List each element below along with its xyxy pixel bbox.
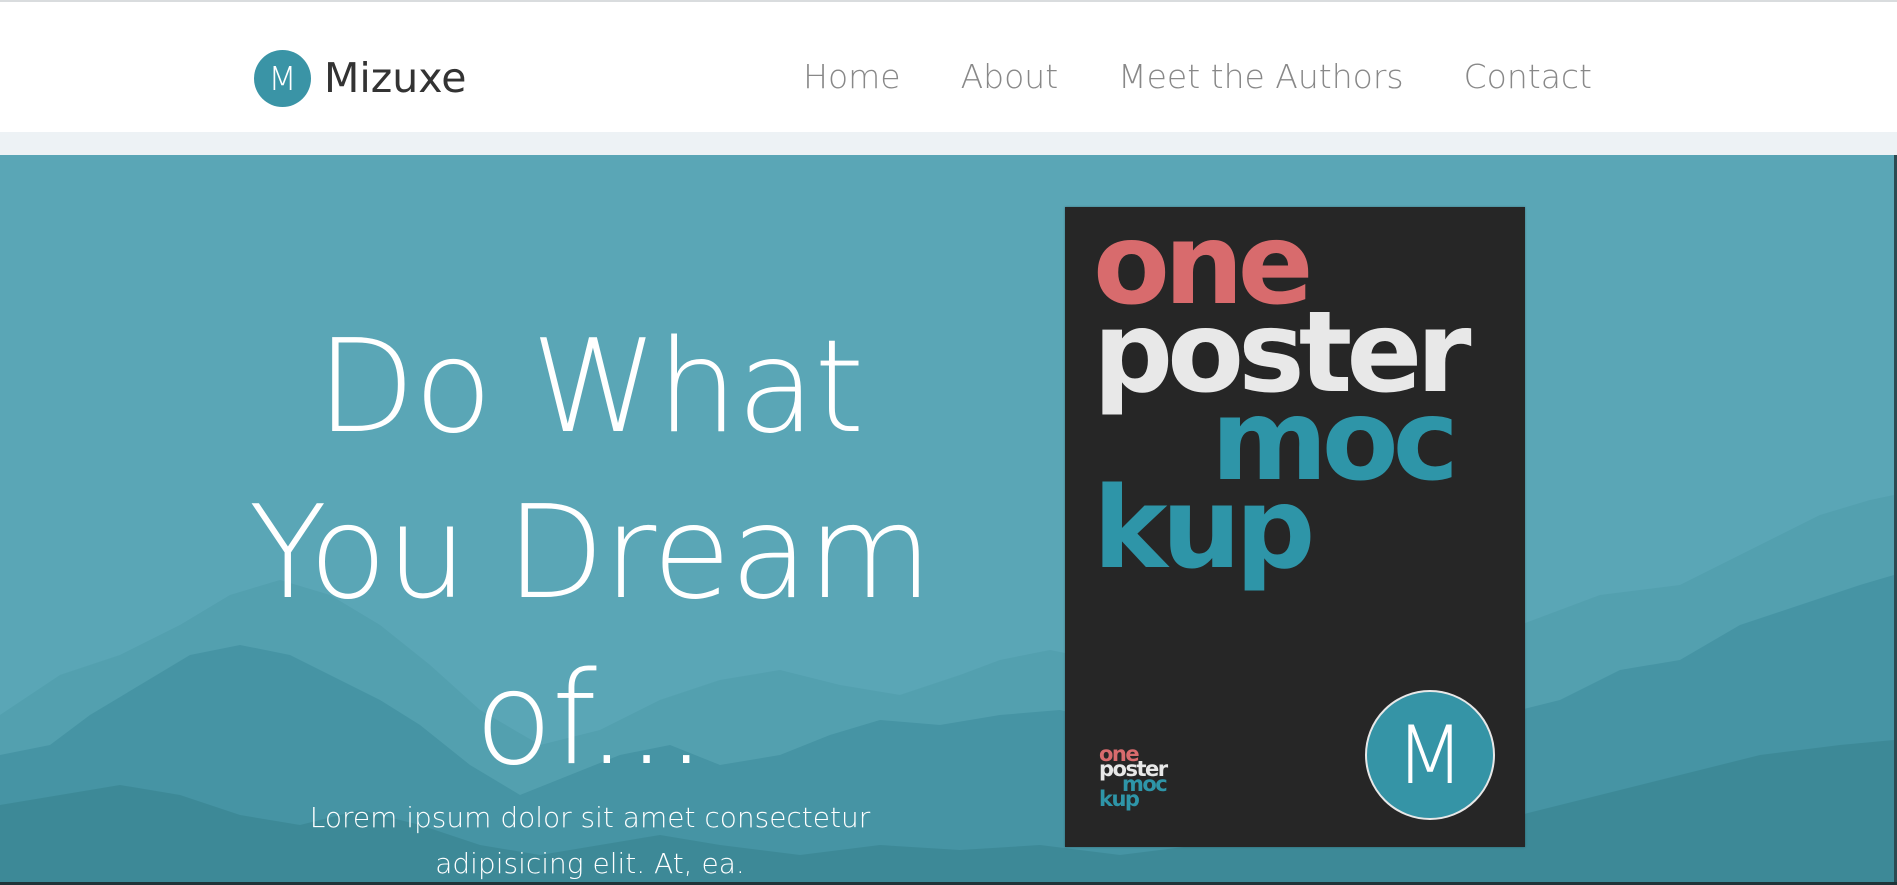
hero-headline-line: Do What [316,313,865,462]
brand-logo-icon: M [254,49,311,107]
nav-link-home[interactable]: Home [803,57,900,96]
navbar: M Mizuxe Home About Meet the Authors Con… [0,2,1897,132]
main-nav: Home About Meet the Authors Contact [803,57,1592,96]
nav-link-about[interactable]: About [961,57,1059,96]
nav-separator-band [0,132,1897,155]
hero-headline: Do What You Dream of... [230,305,950,803]
hero-subtext: Lorem ipsum dolor sit amet consectetur a… [309,801,871,880]
nav-link-meet-the-authors[interactable]: Meet the Authors [1118,57,1403,96]
hero-section: Do What You Dream of... Lorem ipsum dolo… [0,155,1894,885]
nav-link-contact[interactable]: Contact [1464,57,1592,96]
poster-mockup-image: one poster moc kup one poster moc kup M [1065,207,1525,847]
brand[interactable]: M Mizuxe [254,49,467,107]
poster-mini-logo: one poster moc kup [1099,744,1168,810]
poster-headline: one poster moc kup [1093,209,1472,585]
hero-headline-line: of... [474,645,706,794]
brand-name: Mizuxe [324,54,467,102]
hero-headline-line: You Dream [248,479,933,628]
poster-badge-icon: M [1365,690,1495,820]
